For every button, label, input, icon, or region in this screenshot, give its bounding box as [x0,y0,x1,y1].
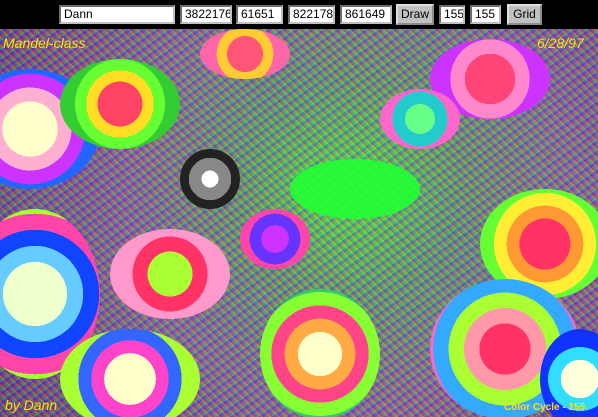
author-label: by Dann [5,397,58,413]
fractal-lobe [60,59,180,149]
fractal-lobe [110,229,230,319]
fractal-lobe [180,149,240,209]
param-input-6[interactable]: 155 [470,5,501,24]
fractal-lobe [60,329,200,417]
fractal-canvas[interactable]: Mandel-class 6/28/97 by Dann Color Cycle… [0,29,598,417]
fractal-lobe [260,289,380,417]
fractal-lobe [380,89,460,149]
grid-button[interactable]: Grid [507,4,542,25]
param-input-2[interactable]: 61651 [236,5,283,24]
param-input-3[interactable]: 822178 [288,5,335,24]
param-input-1[interactable]: 3822176 [180,5,232,24]
param-input-4[interactable]: 861649 [340,5,392,24]
fractal-date: 6/28/97 [537,35,584,51]
fractal-title: Mandel-class [3,35,86,51]
name-input[interactable]: Dann [59,5,175,24]
param-input-5[interactable]: 155 [439,5,465,24]
color-cycle-label: Color Cycle - 155 [504,402,586,413]
fractal-lobe [240,209,310,269]
toolbar: Dann 3822176 61651 822178 861649 Draw 15… [0,0,598,29]
draw-button[interactable]: Draw [396,4,434,25]
fractal-center [290,159,420,219]
fractal-lobe [200,29,290,79]
